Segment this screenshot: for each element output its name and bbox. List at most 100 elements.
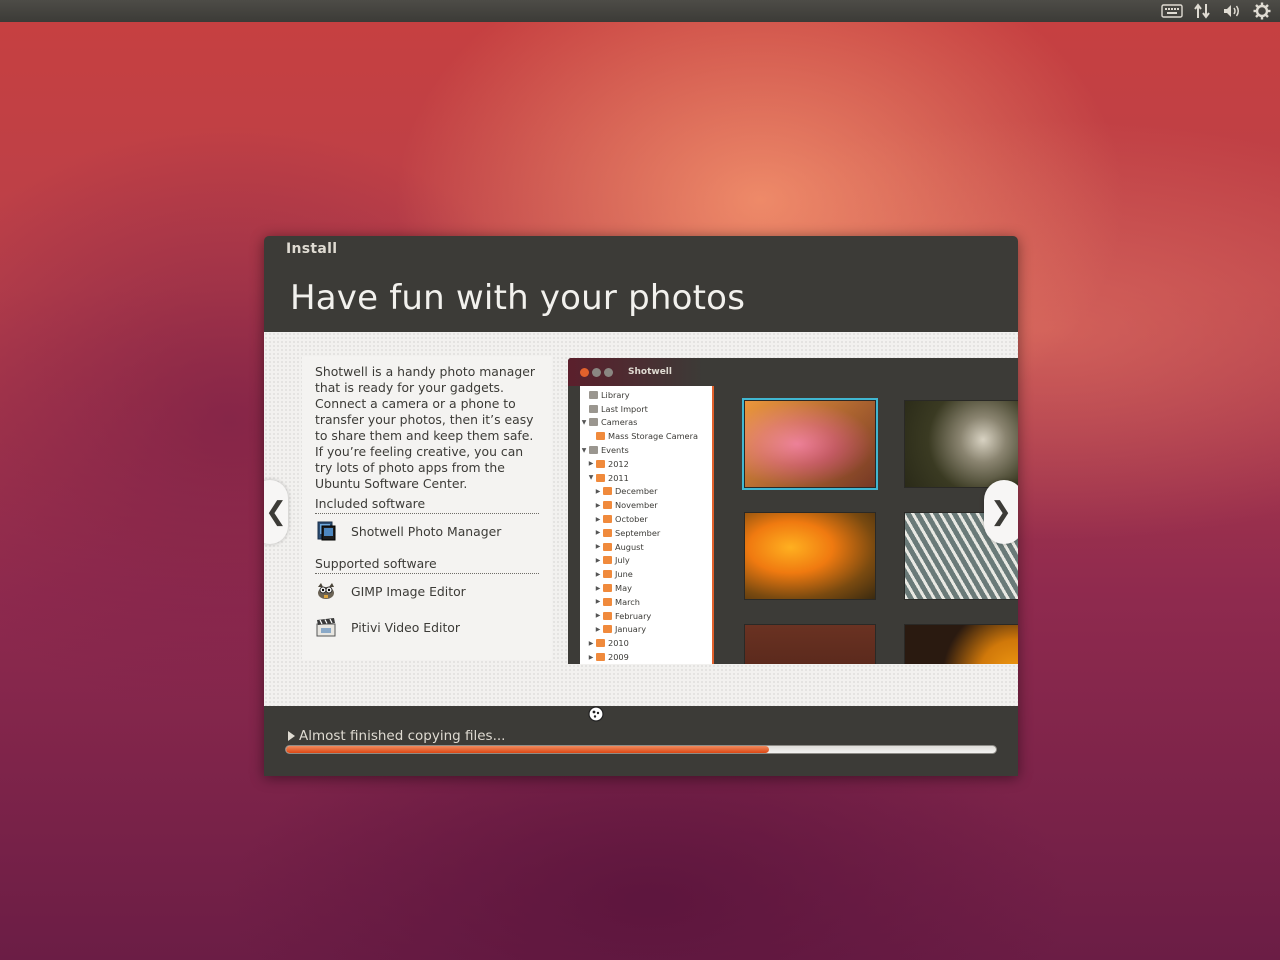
sidebar-tree-item: ▶ September [580,526,712,540]
tree-item-label: October [615,514,648,525]
close-icon [580,367,589,377]
photo-thumbnail [744,624,876,664]
previous-slide-button[interactable]: ❮ [264,480,288,544]
tree-item-label: May [615,583,632,594]
chevron-left-icon: ❮ [265,497,287,527]
sidebar-tree-item: Library [580,388,712,402]
screenshot-gallery [720,386,1018,664]
screenshot-app-title: Shotwell [628,367,672,377]
sidebar-tree-item: ▶ June [580,567,712,581]
sidebar-tree-item: ▶ 2010 [580,636,712,650]
tree-expander-icon: ▼ [581,446,587,454]
folder-icon [603,625,612,634]
screenshot-sidebar: Library Last Import ▼ Cameras Mass Storage C… [580,386,714,664]
folder-icon [596,432,605,441]
sidebar-tree-item: ▶ November [580,498,712,512]
sidebar-tree-item: ▶ March [580,595,712,609]
slide-header: Have fun with your photos [264,264,1018,332]
window-title: Install [286,241,338,257]
shotwell-screenshot: Shotwell Library Last Import ▼ Cameras Mass … [568,358,1018,664]
folder-icon [596,473,605,482]
chevron-right-icon: ❯ [990,497,1012,527]
slide-title: Have fun with your photos [290,278,746,318]
folder-icon [603,501,612,510]
next-slide-button[interactable]: ❯ [984,480,1018,544]
supported-app-gimp: GIMP Image Editor [315,580,466,602]
tree-item-label: 2011 [608,472,629,483]
sidebar-tree-item: ▶ October [580,512,712,526]
sidebar-tree-item: ▶ 2009 [580,650,712,664]
sidebar-tree-item: ▼ 2011 [580,471,712,485]
photo-thumbnail [742,398,878,490]
tree-expander-icon: ▼ [588,474,594,482]
network-icon[interactable] [1190,1,1214,21]
tree-item-label: Library [601,389,630,400]
system-gear-icon[interactable] [1250,1,1274,21]
tree-item-label: 2012 [608,458,629,469]
folder-icon [596,639,605,648]
folder-icon [603,611,612,620]
library-icon [589,446,598,455]
tree-expander-icon: ▶ [588,653,594,661]
supported-software-heading: Supported software [315,556,539,574]
busy-cursor-icon [588,706,604,722]
status-expander[interactable]: Almost finished copying files... [288,728,505,744]
tree-item-label: June [615,569,633,580]
folder-icon [596,653,605,662]
top-panel [0,0,1280,22]
slideshow: Shotwell is a handy photo manager that i… [264,332,1018,706]
folder-icon [603,487,612,496]
library-icon [589,418,598,427]
sidebar-tree-item: Mass Storage Camera [580,429,712,443]
tree-item-label: March [615,596,640,607]
slide-info-panel: Shotwell is a handy photo manager that i… [302,356,552,660]
folder-icon [603,528,612,537]
tree-expander-icon: ▶ [595,543,601,551]
slide-description: Shotwell is a handy photo manager that i… [315,364,535,491]
folder-icon [603,542,612,551]
shotwell-icon [317,521,336,541]
tree-expander-icon: ▶ [595,515,601,523]
tree-item-label: 2009 [608,652,629,663]
tree-expander-icon: ▶ [588,639,594,647]
library-icon [589,390,598,399]
status-area: Almost finished copying files... [264,706,1018,776]
sidebar-tree-item: ▶ July [580,554,712,568]
screenshot-titlebar: Shotwell [568,358,1018,386]
status-text: Almost finished copying files... [299,728,506,744]
supported-app-name: GIMP Image Editor [351,583,466,599]
sidebar-tree-item: ▶ 2012 [580,457,712,471]
sidebar-tree-item: ▶ May [580,581,712,595]
photo-thumbnail [744,512,876,600]
sidebar-tree-item: ▼ Events [580,443,712,457]
tree-expander-icon: ▶ [588,460,594,468]
folder-icon [603,570,612,579]
tree-item-label: September [615,527,661,538]
library-icon [589,404,598,413]
photo-thumbnail [904,400,1018,488]
folder-icon [603,515,612,524]
gimp-icon [318,583,334,599]
tree-item-label: Events [601,445,629,456]
tree-item-label: January [615,624,647,635]
supported-app-name: Pitivi Video Editor [351,619,460,635]
tree-item-label: Last Import [601,403,648,414]
volume-icon[interactable] [1220,1,1244,21]
tree-expander-icon: ▶ [595,529,601,537]
tree-item-label: December [615,486,658,497]
folder-icon [603,556,612,565]
included-software-heading: Included software [315,496,539,514]
tree-expander-icon: ▶ [595,570,601,578]
tree-item-label: Cameras [601,417,638,428]
tree-expander-icon: ▶ [595,556,601,564]
sidebar-tree-item: ▼ Cameras [580,416,712,430]
installer-window: Install Have fun with your photos Shotwe… [264,236,1018,776]
keyboard-icon[interactable] [1160,1,1184,21]
sidebar-tree-item: ▶ January [580,623,712,637]
sidebar-tree-item: ▶ December [580,485,712,499]
pitivi-icon [316,618,336,637]
sidebar-tree-item: Last Import [580,402,712,416]
photo-thumbnail [904,624,1018,664]
folder-icon [596,459,605,468]
tree-expander-icon: ▶ [595,625,601,633]
